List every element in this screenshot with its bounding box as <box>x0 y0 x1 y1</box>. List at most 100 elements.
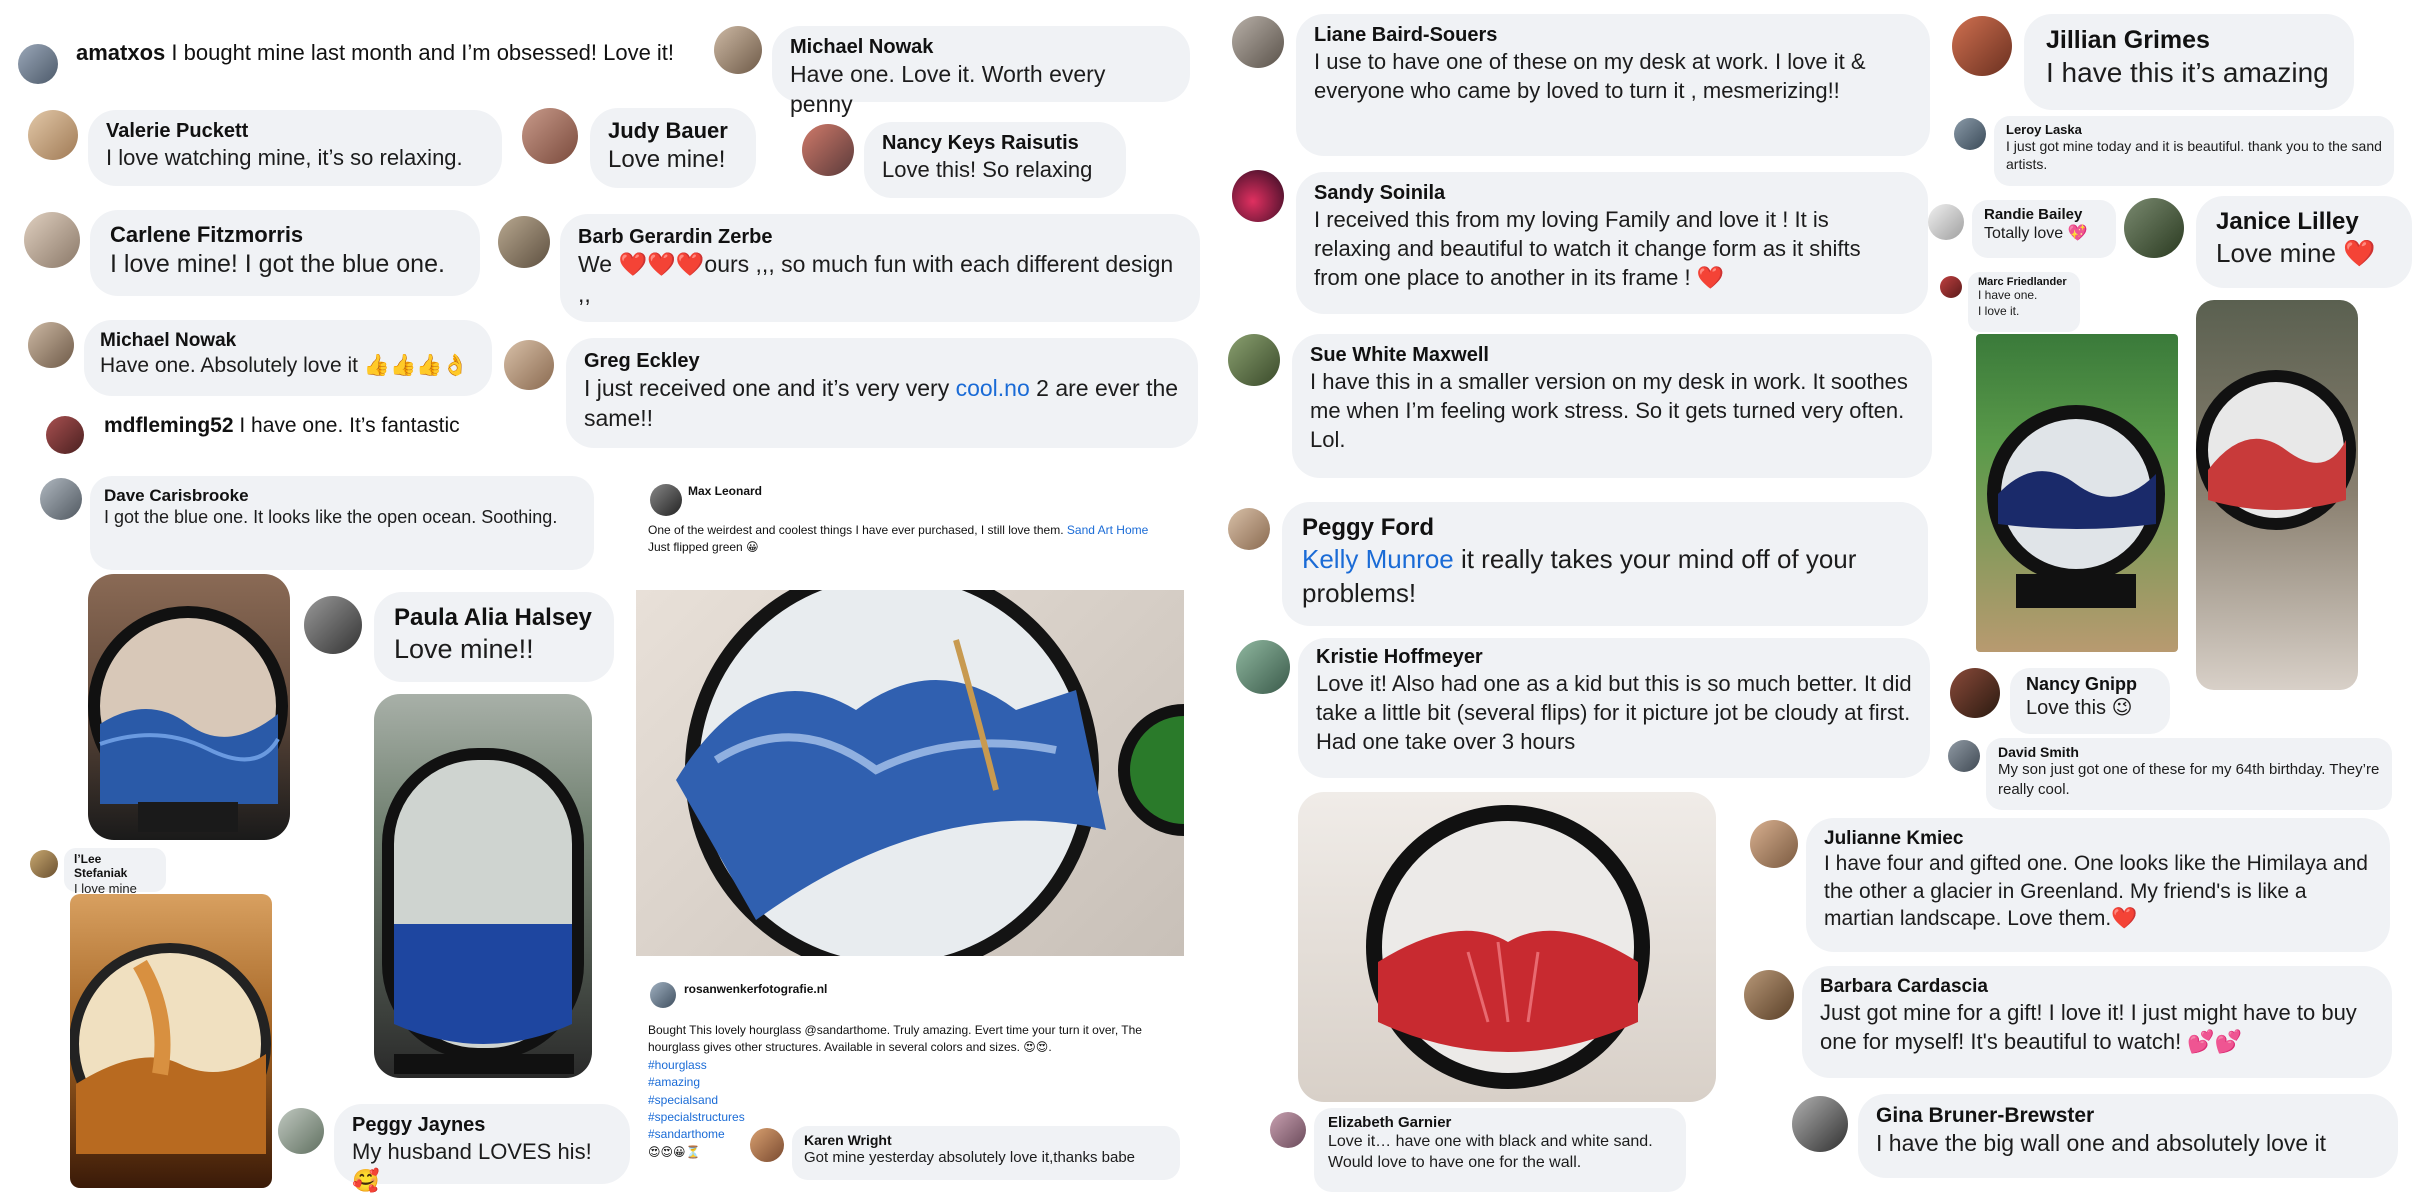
comment-bubble: Judy Bauer Love mine! <box>590 108 756 188</box>
avatar[interactable] <box>1954 118 1986 150</box>
avatar[interactable] <box>24 212 80 268</box>
hashtag-link[interactable]: #specialsand <box>648 1092 1196 1109</box>
avatar[interactable] <box>304 596 362 654</box>
comment-author[interactable]: Barbara Cardascia <box>1820 976 2374 998</box>
comment-bubble: l’Lee Stefaniak I love mine 🥰 <box>64 848 166 913</box>
comment-author[interactable]: Michael Nowak <box>790 36 1172 59</box>
post-link[interactable]: Sand Art Home <box>1067 523 1148 537</box>
comment-author[interactable]: mdfleming52 <box>104 414 234 437</box>
avatar[interactable] <box>1948 740 1980 772</box>
avatar[interactable] <box>714 26 762 74</box>
avatar[interactable] <box>1228 508 1270 550</box>
avatar[interactable] <box>504 340 554 390</box>
comment-text: Love it! Also had one as a kid but this … <box>1316 671 1912 755</box>
avatar[interactable] <box>2124 198 2184 258</box>
comment-text: I have the big wall one and absolutely l… <box>1876 1130 2327 1156</box>
avatar[interactable] <box>1750 820 1798 868</box>
comment-author[interactable]: Sandy Soinila <box>1314 182 1910 205</box>
avatar[interactable] <box>522 108 578 164</box>
comment-author[interactable]: Paula Alia Halsey <box>394 604 594 632</box>
avatar[interactable] <box>28 110 78 160</box>
avatar[interactable] <box>1940 276 1962 298</box>
avatar[interactable] <box>650 982 676 1008</box>
comment-author[interactable]: Jillian Grimes <box>2046 26 2332 55</box>
avatar[interactable] <box>1950 668 2000 718</box>
comment-bubble: Jillian Grimes I have this it’s amazing <box>2024 14 2354 110</box>
comment-author[interactable]: Liane Baird-Souers <box>1314 24 1912 47</box>
sand-art-photo <box>1298 792 1716 1102</box>
avatar[interactable] <box>1228 334 1280 386</box>
sand-art-photo <box>374 694 592 1078</box>
hashtag-link[interactable]: #hourglass <box>648 1057 1196 1074</box>
comment-author[interactable]: Michael Nowak <box>100 330 476 352</box>
avatar[interactable] <box>1236 640 1290 694</box>
comment-author[interactable]: Sue White Maxwell <box>1310 344 1914 367</box>
comment-author[interactable]: Randie Bailey <box>1984 206 2104 223</box>
comment-bubble: Nancy Gnipp Love this 😉 <box>2010 668 2170 734</box>
post-author[interactable]: Max Leonard <box>688 484 762 498</box>
comment-bubble: Karen Wright Got mine yesterday absolute… <box>792 1126 1180 1180</box>
hashtag-link[interactable]: #specialstructures <box>648 1109 1196 1126</box>
avatar[interactable] <box>30 850 58 878</box>
avatar[interactable] <box>18 44 58 84</box>
comment-text: Love mine ❤️ <box>2216 238 2376 268</box>
comment-author[interactable]: Gina Bruner-Brewster <box>1876 1104 2380 1128</box>
comment-author[interactable]: Valerie Puckett <box>106 120 484 143</box>
avatar[interactable] <box>750 1128 784 1162</box>
sand-art-photo <box>88 574 290 840</box>
comment-author[interactable]: Carlene Fitzmorris <box>110 222 460 248</box>
comment-author[interactable]: Greg Eckley <box>584 350 1180 373</box>
avatar[interactable] <box>1270 1112 1306 1148</box>
comment-text: I have this in a smaller version on my d… <box>1310 369 1908 453</box>
hearts-emoji: ❤️❤️❤️ <box>618 251 705 277</box>
comment-author[interactable]: Marc Friedlander <box>1978 276 2070 288</box>
avatar[interactable] <box>1952 16 2012 76</box>
comment-author[interactable]: Dave Carisbrooke <box>104 486 580 506</box>
avatar[interactable] <box>650 484 682 516</box>
comment-text: Love it… have one with black and white s… <box>1328 1133 1653 1172</box>
comment-text: I have one. It’s fantastic <box>239 414 460 437</box>
avatar[interactable] <box>498 216 550 268</box>
post-body: Bought This lovely hourglass @sandarthom… <box>648 1023 1142 1055</box>
comment-author[interactable]: Nancy Gnipp <box>2026 674 2154 695</box>
avatar[interactable] <box>40 478 82 520</box>
post-rosan: rosanwenkerfotografie.nl <box>684 982 827 996</box>
comment-author[interactable]: Judy Bauer <box>608 118 738 144</box>
comment-text-start: I just received one and it’s very very <box>584 375 956 401</box>
comment-author[interactable]: Peggy Jaynes <box>352 1114 612 1137</box>
avatar[interactable] <box>1928 204 1964 240</box>
comment-author[interactable]: Nancy Keys Raisutis <box>882 132 1108 155</box>
comment-author[interactable]: amatxos <box>76 40 165 65</box>
post-author[interactable]: rosanwenkerfotografie.nl <box>684 982 827 996</box>
avatar[interactable] <box>1232 16 1284 68</box>
comment-bubble: Valerie Puckett I love watching mine, it… <box>88 110 502 186</box>
sand-art-frame-icon <box>676 590 1184 956</box>
sand-art-frame-icon <box>70 943 271 1154</box>
sand-art-frame-icon <box>88 606 288 832</box>
comment-author[interactable]: Elizabeth Garnier <box>1328 1114 1672 1131</box>
avatar[interactable] <box>1232 170 1284 222</box>
hashtag-link[interactable]: #amazing <box>648 1074 1196 1091</box>
comment-author[interactable]: Leroy Laska <box>2006 122 2382 137</box>
avatar[interactable] <box>1792 1096 1848 1152</box>
comment-text: I just got mine today and it is beautifu… <box>2006 138 2382 173</box>
post-text: One of the weirdest and coolest things I… <box>648 522 1188 556</box>
comment-author[interactable]: David Smith <box>1998 744 2380 760</box>
avatar[interactable] <box>278 1108 324 1154</box>
avatar[interactable] <box>802 124 854 176</box>
comment-author[interactable]: Janice Lilley <box>2216 208 2392 236</box>
comment-author[interactable]: Barb Gerardin Zerbe <box>578 226 1182 249</box>
comment-text: Got mine yesterday absolutely love it,th… <box>804 1149 1136 1166</box>
comment-link[interactable]: cool.no <box>956 375 1030 401</box>
comment-author[interactable]: Karen Wright <box>804 1132 1168 1148</box>
comment-author[interactable]: Peggy Ford <box>1302 514 1908 542</box>
mention-link[interactable]: Kelly Munroe <box>1302 544 1454 574</box>
comment-author[interactable]: Kristie Hoffmeyer <box>1316 646 1912 669</box>
comment-author[interactable]: Julianne Kmiec <box>1824 828 2372 850</box>
comment-mdfleming: mdfleming52 I have one. It’s fantastic <box>104 414 460 438</box>
avatar[interactable] <box>46 416 84 454</box>
comment-bubble: Randie Bailey Totally love 💖 <box>1972 200 2116 258</box>
avatar[interactable] <box>28 322 74 368</box>
comment-author[interactable]: l’Lee Stefaniak <box>74 852 156 880</box>
avatar[interactable] <box>1744 970 1794 1020</box>
